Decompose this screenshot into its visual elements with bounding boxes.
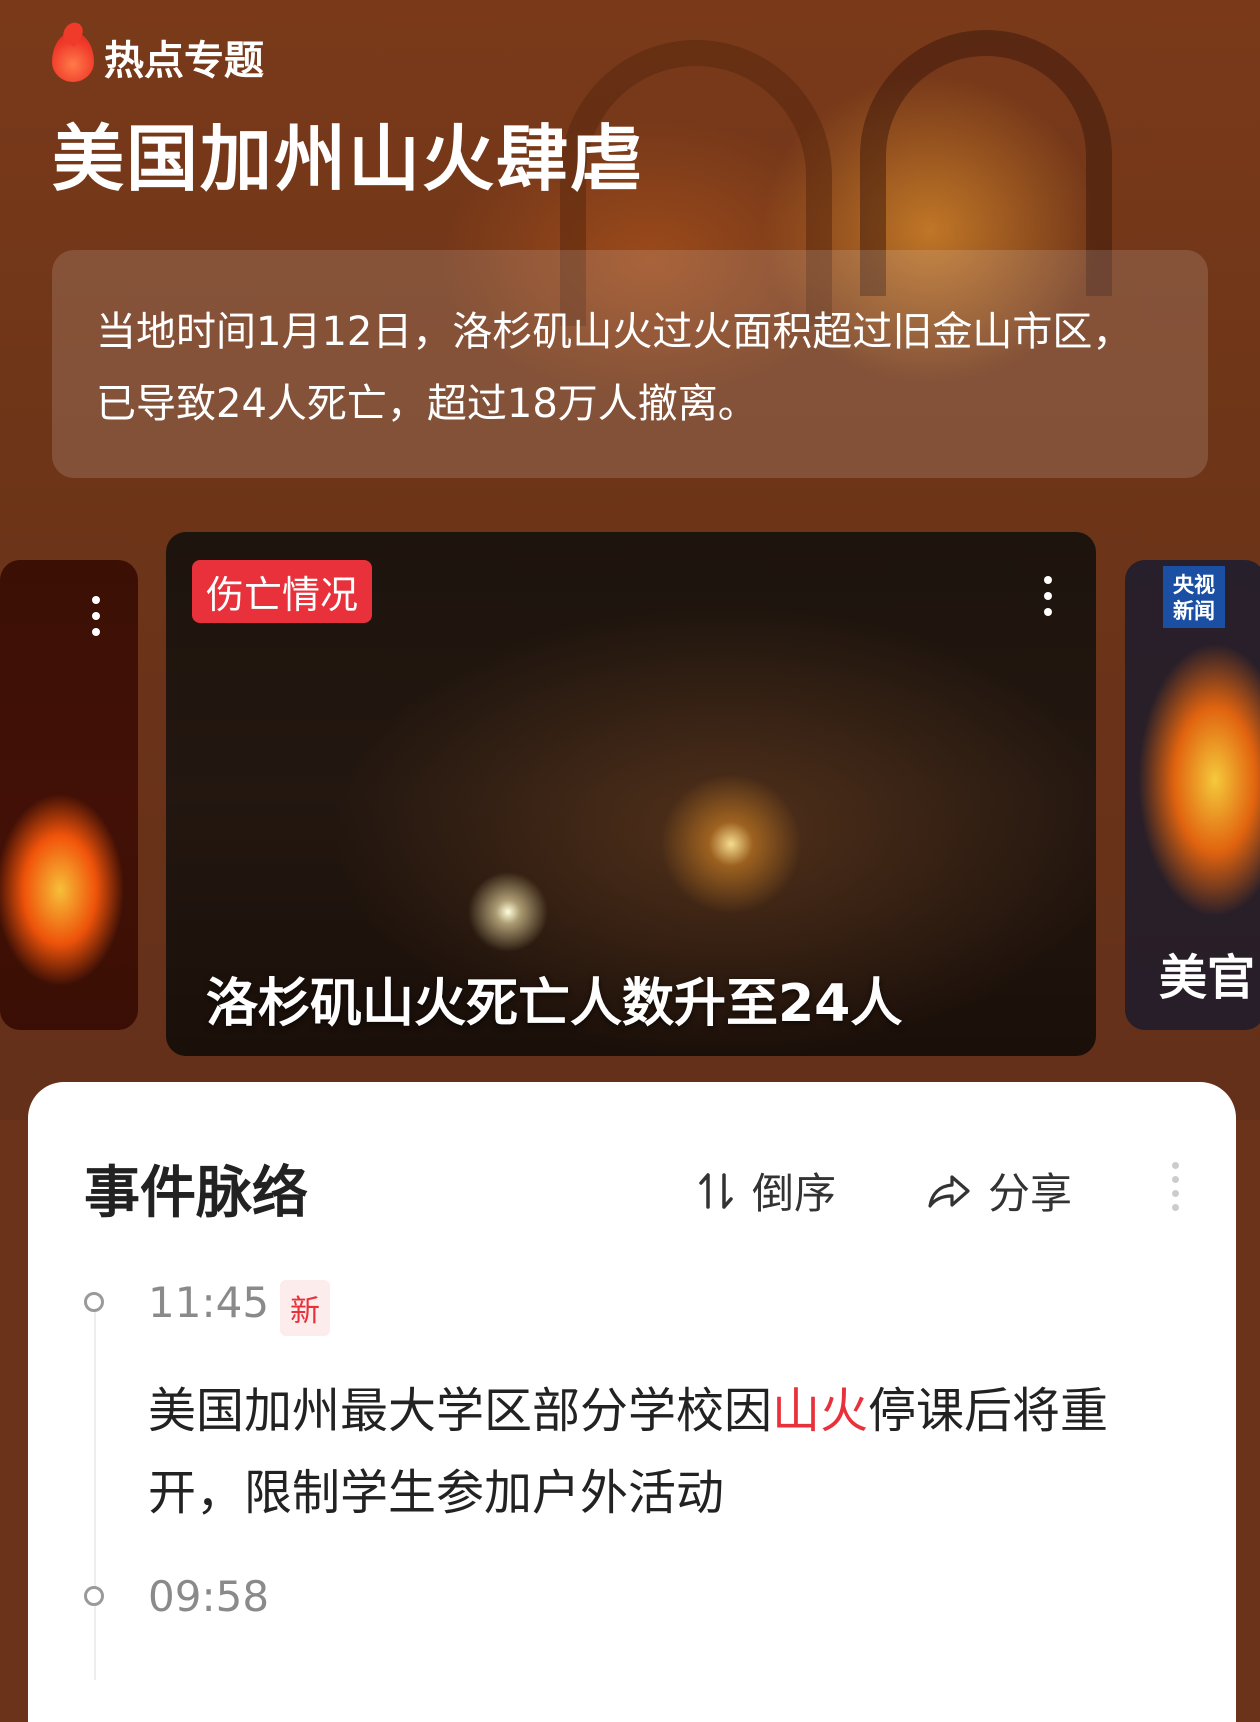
sort-label: 倒序 <box>752 1169 837 1218</box>
carousel-card-main[interactable]: 伤亡情况 洛杉矶山火死亡人数升至24人 <box>166 532 1096 1056</box>
timeline-time: 11:45 <box>148 1278 270 1327</box>
timeline-dot <box>84 1586 104 1606</box>
timeline-time: 09:58 <box>148 1572 270 1621</box>
category-tag: 伤亡情况 <box>192 560 373 623</box>
sort-order-button[interactable]: 倒序 <box>698 1160 836 1221</box>
cctv-news-logo: 央视 新闻 <box>1163 566 1225 628</box>
share-label: 分享 <box>988 1169 1073 1218</box>
share-button[interactable]: 分享 <box>926 1160 1072 1221</box>
topic-summary: 当地时间1月12日，洛杉矶山火过火面积超过旧金山市区，已导致24人死亡，超过18… <box>52 250 1208 478</box>
timeline-event-text[interactable]: 美国加州最大学区部分学校因山火停课后将重开，限制学生参加户外活动 <box>148 1370 1188 1534</box>
sort-icon <box>699 1172 733 1209</box>
flame-icon <box>52 32 94 82</box>
event-keyword-highlight[interactable]: 山火 <box>772 1383 868 1439</box>
carousel-card-prev[interactable] <box>0 560 138 1030</box>
logo-line1: 央视 <box>1173 573 1215 597</box>
more-menu-icon[interactable] <box>1044 576 1052 616</box>
card-caption: 美官 <box>1159 950 1256 1006</box>
card-caption: 洛杉矶山火死亡人数升至24人 <box>206 974 903 1034</box>
carousel-card-next[interactable]: 央视 新闻 美官 <box>1125 560 1260 1030</box>
more-menu-icon[interactable] <box>92 596 100 636</box>
new-badge: 新 <box>280 1280 330 1336</box>
timeline-dot <box>84 1292 104 1312</box>
timeline-line <box>94 1300 96 1680</box>
more-options-icon[interactable] <box>1172 1162 1179 1211</box>
share-icon <box>928 1174 970 1208</box>
hot-topic-text: 热点专题 <box>104 38 264 84</box>
topic-title: 美国加州山火肆虐 <box>52 117 645 201</box>
timeline-panel: 事件脉络 倒序 分享 11:45 新 美国加州最大学区部分学校因山火停课后将重开… <box>28 1082 1236 1722</box>
logo-line2: 新闻 <box>1173 599 1215 623</box>
timeline-title: 事件脉络 <box>84 1161 308 1226</box>
event-text-part: 美国加州最大学区部分学校因 <box>148 1383 773 1439</box>
hot-topic-label: 热点专题 <box>52 28 264 86</box>
